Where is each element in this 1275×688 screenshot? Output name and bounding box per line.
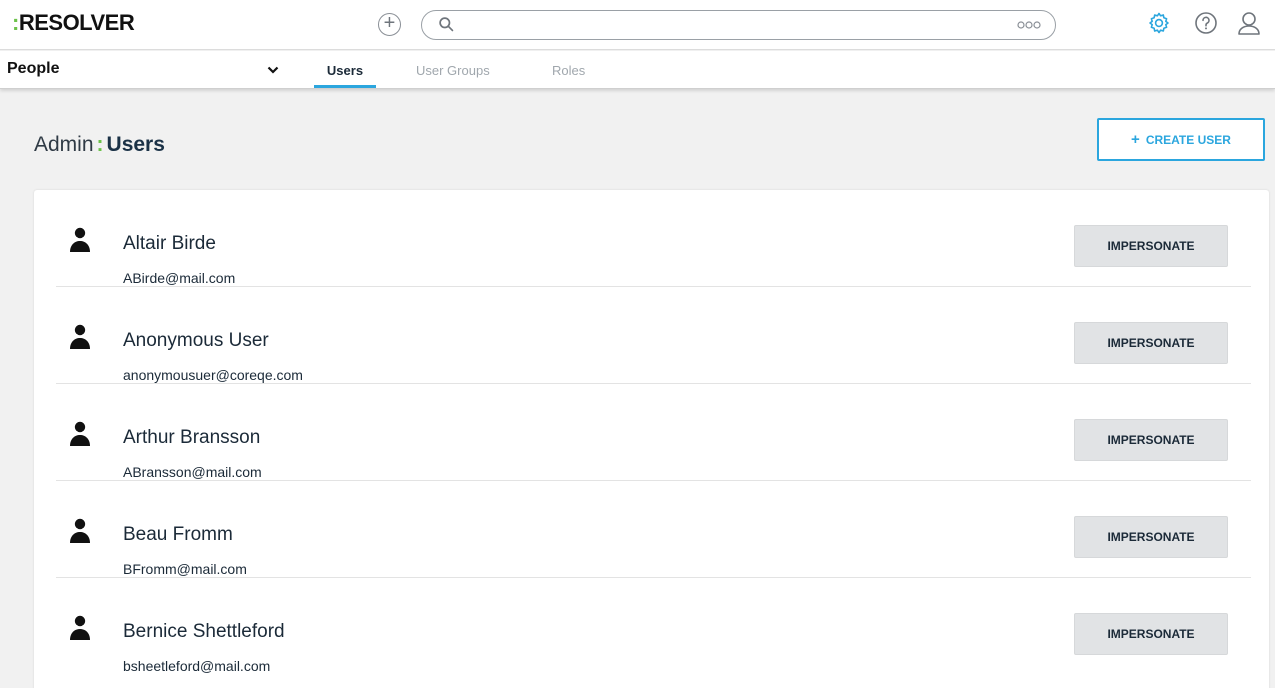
tab-users[interactable]: Users (314, 63, 376, 88)
list-item[interactable]: Altair Birde ABirde@mail.com IMPERSONATE (34, 190, 1269, 287)
user-list: Altair Birde ABirde@mail.com IMPERSONATE… (34, 190, 1269, 688)
impersonate-button[interactable]: IMPERSONATE (1074, 516, 1228, 558)
logo-colon: : (12, 10, 19, 35)
impersonate-button[interactable]: IMPERSONATE (1074, 225, 1228, 267)
impersonate-button[interactable]: IMPERSONATE (1074, 419, 1228, 461)
page-title-prefix: Admin (34, 133, 94, 156)
list-item[interactable]: Beau Fromm BFromm@mail.com IMPERSONATE (34, 481, 1269, 578)
person-icon (70, 615, 90, 640)
user-email: anonymousuer@coreqe.com (123, 367, 303, 383)
person-icon (70, 227, 90, 252)
user-name: Beau Fromm (123, 524, 233, 545)
search-icon (439, 17, 454, 32)
impersonate-button[interactable]: IMPERSONATE (1074, 322, 1228, 364)
search-bar[interactable] (421, 10, 1056, 40)
more-dots-icon[interactable] (1017, 19, 1041, 31)
search-input[interactable] (466, 15, 986, 35)
plus-icon: + (1131, 131, 1140, 148)
plus-circle-icon[interactable]: + (378, 13, 401, 36)
tab-roles[interactable]: Roles (552, 63, 585, 78)
user-name: Arthur Bransson (123, 427, 261, 448)
user-email: ABransson@mail.com (123, 464, 262, 480)
page-title: Admin: Users (34, 133, 165, 157)
list-item[interactable]: Anonymous User anonymousuer@coreqe.com I… (34, 287, 1269, 384)
list-item[interactable]: Arthur Bransson ABransson@mail.com IMPER… (34, 384, 1269, 481)
sub-navigation: People Users User Groups Roles (0, 51, 1275, 89)
page-title-main: Users (106, 133, 165, 156)
app-selector-label: People (7, 60, 60, 77)
resolver-logo[interactable]: :RESOLVER (12, 10, 135, 36)
app-selector[interactable]: People (0, 51, 300, 89)
logo-text: RESOLVER (18, 10, 135, 35)
user-name: Bernice Shettleford (123, 621, 285, 642)
create-user-button[interactable]: + CREATE USER (1097, 118, 1265, 161)
user-icon[interactable] (1236, 10, 1262, 36)
help-icon[interactable] (1194, 11, 1218, 35)
tab-user-groups[interactable]: User Groups (416, 63, 490, 78)
person-icon (70, 421, 90, 446)
create-user-label: CREATE USER (1145, 133, 1231, 147)
user-email: BFromm@mail.com (123, 561, 247, 577)
gear-icon[interactable] (1147, 11, 1171, 35)
impersonate-button[interactable]: IMPERSONATE (1074, 613, 1228, 655)
top-bar: :RESOLVER + (0, 0, 1275, 50)
user-email: bsheetleford@mail.com (123, 658, 271, 674)
chevron-down-icon (267, 66, 279, 74)
list-item[interactable]: Bernice Shettleford bsheetleford@mail.co… (34, 578, 1269, 675)
person-icon (70, 324, 90, 349)
user-email: ABirde@mail.com (123, 270, 236, 286)
user-name: Anonymous User (123, 330, 269, 351)
user-name: Altair Birde (123, 233, 216, 254)
person-icon (70, 518, 90, 543)
page-title-separator: : (96, 133, 104, 156)
